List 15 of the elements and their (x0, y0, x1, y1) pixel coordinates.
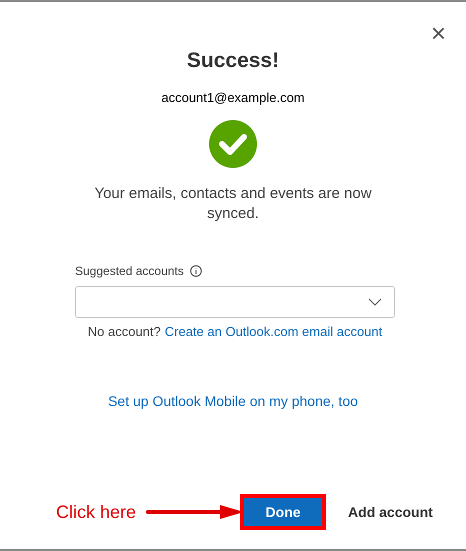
info-icon (190, 264, 202, 276)
sync-message: Your emails, contacts and events are now synced. (93, 184, 373, 224)
account-email: account1@example.com (160, 89, 306, 107)
accounts-dropdown[interactable] (75, 286, 395, 318)
field-label: Suggested accounts (75, 262, 184, 280)
dialog-title: Success! (186, 48, 280, 74)
done-button[interactable]: Done (244, 498, 322, 526)
create-account-link[interactable]: Create an Outlook.com email account (164, 322, 382, 341)
add-account-button[interactable]: Add account (348, 498, 433, 526)
close-button[interactable]: × (430, 22, 446, 44)
chevron-down-icon (368, 298, 382, 306)
success-check-icon (209, 120, 257, 168)
mobile-setup-link[interactable]: Set up Outlook Mobile on my phone, too (108, 391, 358, 412)
no-account-text: No account? (88, 322, 161, 340)
annotation-text: Click here (56, 500, 136, 524)
